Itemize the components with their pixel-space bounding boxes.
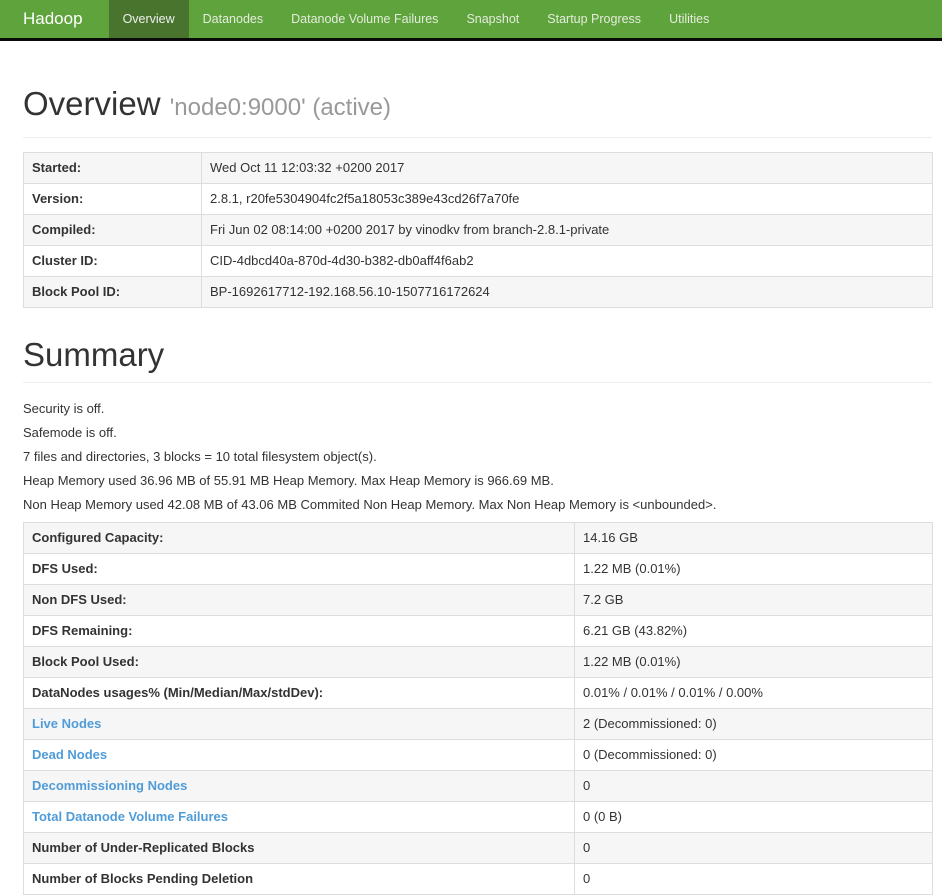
nav-item-startup-progress: Startup Progress	[533, 0, 655, 38]
row-value-compiled: Fri Jun 02 08:14:00 +0200 2017 by vinodk…	[201, 214, 933, 246]
row-label-number-of-under-replicated-blocks: Number of Under-Replicated Blocks	[23, 832, 575, 864]
nav-item-snapshot: Snapshot	[452, 0, 533, 38]
row-value-number-of-blocks-pending-deletion: 0	[574, 863, 933, 895]
row-label-started: Started:	[23, 152, 202, 184]
row-value-total-datanode-volume-failures: 0 (0 B)	[574, 801, 933, 833]
decommissioning-nodes-link[interactable]: Decommissioning Nodes	[32, 778, 187, 793]
row-label-block-pool-used: Block Pool Used:	[23, 646, 575, 678]
navbar-brand[interactable]: Hadoop	[0, 0, 99, 38]
row-value-decommissioning-nodes: 0	[574, 770, 933, 802]
row-value-version: 2.8.1, r20fe5304904fc2f5a18053c389e43cd2…	[201, 183, 933, 215]
page-title: Overview 'node0:9000' (active)	[23, 85, 932, 127]
row-value-cluster-id: CID-4dbcd40a-870d-4d30-b382-db0aff4f6ab2	[201, 245, 933, 277]
table-row-decommissioning-nodes: Decommissioning Nodes 0	[23, 770, 933, 802]
summary-line-2: Safemode is off.	[23, 425, 117, 440]
row-label-cluster-id: Cluster ID:	[23, 245, 202, 277]
dead-nodes-link[interactable]: Dead Nodes	[32, 747, 107, 762]
row-label-dead-nodes: Dead Nodes	[23, 739, 575, 771]
nav-link-utilities[interactable]: Utilities	[655, 0, 723, 38]
table-row-version: Version: 2.8.1, r20fe5304904fc2f5a18053c3…	[23, 183, 933, 215]
row-label-total-datanode-volume-failures: Total Datanode Volume Failures	[23, 801, 575, 833]
row-label-configured-capacity: Configured Capacity:	[23, 522, 575, 554]
nav-item-datanode-volume-failures: Datanode Volume Failures	[277, 0, 452, 38]
title-divider	[23, 137, 932, 138]
table-row-number-of-blocks-pending-deletion: Number of Blocks Pending Deletion 0	[23, 863, 933, 895]
table-row-dfs-used: DFS Used: 1.22 MB (0.01%)	[23, 553, 933, 585]
summary-text-block: Security is off. Safemode is off. 7 files …	[23, 401, 932, 512]
row-label-version: Version:	[23, 183, 202, 215]
nav-link-snapshot[interactable]: Snapshot	[452, 0, 533, 38]
table-row-cluster-id: Cluster ID: CID-4dbcd40a-870d-4d30-b382-d…	[23, 245, 933, 277]
row-label-non-dfs-used: Non DFS Used:	[23, 584, 575, 616]
page-content: Overview 'node0:9000' (active) Started: W…	[0, 85, 942, 895]
table-row-dead-nodes: Dead Nodes 0 (Decommissioned: 0)	[23, 739, 933, 771]
total-datanode-volume-failures-link[interactable]: Total Datanode Volume Failures	[32, 809, 228, 824]
row-value-dead-nodes: 0 (Decommissioned: 0)	[574, 739, 933, 771]
row-value-dfs-used: 1.22 MB (0.01%)	[574, 553, 933, 585]
summary-divider	[23, 382, 932, 383]
nav-link-startup-progress[interactable]: Startup Progress	[533, 0, 655, 38]
table-row-block-pool-used: Block Pool Used: 1.22 MB (0.01%)	[23, 646, 933, 678]
nav-link-overview[interactable]: Overview	[108, 0, 189, 38]
table-row-datanodes-usages-min-median-max-stddev: DataNodes usages% (Min/Median/Max/stdDev…	[23, 677, 933, 709]
nav-link-datanode-volume-failures[interactable]: Datanode Volume Failures	[277, 0, 452, 38]
row-label-datanodes-usages-min-median-max-stddev: DataNodes usages% (Min/Median/Max/stdDev…	[23, 677, 575, 709]
row-value-started: Wed Oct 11 12:03:32 +0200 2017	[201, 152, 933, 184]
row-label-live-nodes: Live Nodes	[23, 708, 575, 740]
table-row-non-dfs-used: Non DFS Used: 7.2 GB	[23, 584, 933, 616]
summary-line-5: Non Heap Memory used 42.08 MB of 43.06 M…	[23, 497, 717, 512]
navbar-bottom-border	[0, 38, 942, 41]
row-value-block-pool-id: BP-1692617712-192.168.56.10-150771617262…	[201, 276, 933, 308]
row-label-dfs-used: DFS Used:	[23, 553, 575, 585]
row-value-dfs-remaining: 6.21 GB (43.82%)	[574, 615, 933, 647]
table-row-number-of-under-replicated-blocks: Number of Under-Replicated Blocks 0	[23, 832, 933, 864]
live-nodes-link[interactable]: Live Nodes	[32, 716, 101, 731]
row-value-block-pool-used: 1.22 MB (0.01%)	[574, 646, 933, 678]
row-label-decommissioning-nodes: Decommissioning Nodes	[23, 770, 575, 802]
nav-item-datanodes: Datanodes	[189, 0, 277, 38]
row-label-block-pool-id: Block Pool ID:	[23, 276, 202, 308]
row-label-number-of-blocks-pending-deletion: Number of Blocks Pending Deletion	[23, 863, 575, 895]
table-row-total-datanode-volume-failures: Total Datanode Volume Failures 0 (0 B)	[23, 801, 933, 833]
table-row-live-nodes: Live Nodes 2 (Decommissioned: 0)	[23, 708, 933, 740]
row-value-datanodes-usages-min-median-max-stddev: 0.01% / 0.01% / 0.01% / 0.00%	[574, 677, 933, 709]
nav-link-datanodes[interactable]: Datanodes	[189, 0, 277, 38]
row-value-live-nodes: 2 (Decommissioned: 0)	[574, 708, 933, 740]
navbar-menu: Overview Datanodes Datanode Volume Failure…	[108, 0, 724, 38]
table-row-compiled: Compiled: Fri Jun 02 08:14:00 +0200 2017 …	[23, 214, 933, 246]
overview-info-table: Started: Wed Oct 11 12:03:32 +0200 2017 Ve…	[23, 152, 933, 308]
namenode-address-label: 'node0:9000' (active)	[169, 94, 392, 121]
row-label-compiled: Compiled:	[23, 214, 202, 246]
table-row-block-pool-id: Block Pool ID: BP-1692617712-192.168.56.1…	[23, 276, 933, 308]
page-title-text: Overview	[23, 85, 161, 122]
row-value-number-of-under-replicated-blocks: 0	[574, 832, 933, 864]
row-label-dfs-remaining: DFS Remaining:	[23, 615, 575, 647]
nav-item-overview: Overview	[108, 0, 189, 38]
table-row-started: Started: Wed Oct 11 12:03:32 +0200 2017	[23, 152, 933, 184]
summary-line-4: Heap Memory used 36.96 MB of 55.91 MB He…	[23, 473, 554, 488]
summary-stats-table: Configured Capacity: 14.16 GB DFS Used: 1.2…	[23, 522, 933, 895]
summary-line-3: 7 files and directories, 3 blocks = 10 t…	[23, 449, 377, 464]
row-value-configured-capacity: 14.16 GB	[574, 522, 933, 554]
table-row-configured-capacity: Configured Capacity: 14.16 GB	[23, 522, 933, 554]
summary-title: Summary	[23, 336, 165, 373]
nav-item-utilities: Utilities	[655, 0, 723, 38]
summary-line-1: Security is off.	[23, 401, 105, 416]
row-value-non-dfs-used: 7.2 GB	[574, 584, 933, 616]
table-row-dfs-remaining: DFS Remaining: 6.21 GB (43.82%)	[23, 615, 933, 647]
navbar: Hadoop Overview Datanodes Datanode Volume …	[0, 0, 942, 38]
